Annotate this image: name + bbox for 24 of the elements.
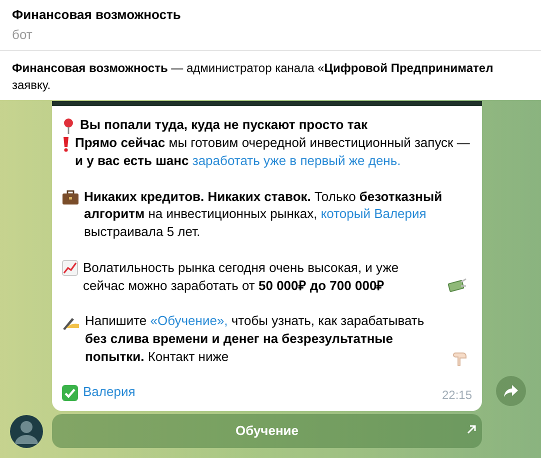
chat-title: Финансовая возможность	[12, 6, 182, 24]
briefcase-icon	[62, 190, 79, 205]
message-text: Никаких кредитов. Никаких ставок. Только безотказный алгоритм на инвестиционных рынках, который Валерия выстраивала 5 лет.	[84, 188, 442, 240]
message-text: Волатильность рынка сегодня очень высокая, и уже сейчас можно заработать от 50 000₽ до 700 000₽	[83, 260, 399, 293]
share-icon	[503, 384, 519, 398]
message-link[interactable]: который Валерия	[320, 206, 426, 222]
arrow-icon	[467, 425, 476, 434]
chat-subtitle: бот	[12, 26, 34, 44]
message-time: 22:15	[442, 388, 472, 402]
message-text: Вы попали туда, куда не пускают просто так	[80, 117, 368, 132]
message-link[interactable]: Валерия	[83, 384, 136, 400]
pin-icon	[62, 118, 75, 134]
message-text: Прямо сейчас мы готовим очередной инвестиционный запуск — и у вас есть шанс заработать уже в первый же день.	[75, 135, 470, 168]
exclamation-icon	[62, 136, 70, 152]
avatar-icon[interactable]	[10, 415, 43, 448]
message-text: Напишите «Обучение», чтобы узнать, как зарабатывать без слива времени и денег на безрезультатные попытки. Контакт ниже	[85, 313, 424, 364]
message-link[interactable]: заработать уже в первый же день.	[192, 153, 401, 168]
notice-text: заявку.	[12, 78, 51, 92]
inline-button[interactable]: Обучение	[52, 414, 482, 448]
chart-icon	[62, 260, 78, 276]
check-icon	[62, 384, 78, 401]
forward-button[interactable]	[496, 376, 526, 406]
message-link[interactable]: «Обучение»,	[150, 313, 228, 328]
notice-text: Финансовая возможность — администратор канала «Цифровой Предпринимател	[12, 61, 494, 75]
